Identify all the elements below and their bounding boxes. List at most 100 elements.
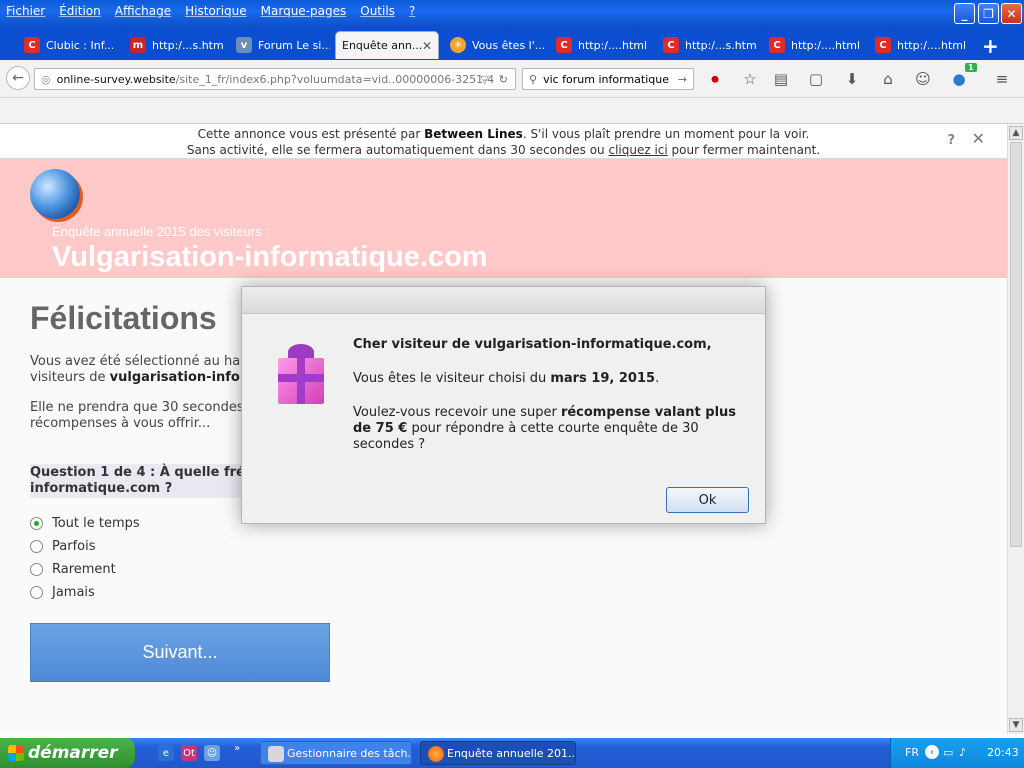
bookmark-star-icon[interactable]: ☆ (741, 70, 759, 88)
page-info-icon[interactable]: ◎ (41, 73, 51, 86)
ad-close-link[interactable]: cliquez ici (608, 143, 667, 157)
reload-icon[interactable]: ↻ (499, 73, 508, 86)
tab-label: Vous êtes l'... (472, 38, 544, 52)
scroll-up-icon[interactable]: ▲ (1009, 126, 1023, 140)
taskbar-label: Gestionnaire des tâch... (287, 746, 412, 760)
menu-outils[interactable]: Outils (360, 4, 395, 18)
restore-button[interactable]: ❐ (978, 3, 999, 24)
sun-icon: ☀ (450, 37, 466, 53)
taskbar-firefox[interactable]: Enquête annuelle 201... (420, 741, 576, 765)
tab-vous-etes[interactable]: ☀ Vous êtes l'... (444, 31, 544, 59)
duration-line: Elle ne prendra que 30 secondes (30, 400, 244, 415)
next-button[interactable]: Suivant... (30, 623, 330, 682)
radio-icon[interactable] (30, 586, 43, 599)
system-tray: FR ‹ ▭ ♪ 20:43 (890, 738, 1024, 768)
url-dropdown-icon[interactable]: ▽ (481, 73, 489, 86)
network-icon[interactable]: ▭ (943, 746, 953, 759)
ok-button[interactable]: Ok (666, 487, 749, 513)
menu-edition[interactable]: Édition (59, 4, 101, 18)
menu-fichier[interactable]: Fichier (6, 4, 45, 18)
taskbar-task-manager[interactable]: Gestionnaire des tâch... (260, 741, 412, 765)
search-go-icon[interactable]: → (678, 73, 687, 86)
menu-affichage[interactable]: Affichage (115, 4, 171, 18)
messenger-icon[interactable]: ☺ (204, 745, 220, 761)
dialog-text: Voulez-vous recevoir une super (353, 405, 561, 420)
option-rarement[interactable]: Rarement (30, 562, 116, 577)
search-icon: ⚲ (529, 72, 538, 86)
menu-help[interactable]: ? (409, 4, 415, 18)
chat-icon[interactable]: ☺ (914, 70, 932, 88)
download-icon[interactable]: ⬇ (843, 70, 861, 88)
volume-icon[interactable]: ♪ (959, 746, 966, 759)
ad-brand: Between Lines (424, 127, 523, 141)
hamburger-menu-icon[interactable]: ≡ (993, 70, 1011, 88)
start-button[interactable]: démarrer (0, 738, 135, 768)
start-label: démarrer (28, 743, 118, 763)
windows-flag-icon (8, 745, 24, 761)
option-parfois[interactable]: Parfois (30, 539, 95, 554)
tab-enquete-active[interactable]: Enquête ann... ✕ (335, 31, 439, 59)
ie-icon[interactable]: e (158, 745, 174, 761)
menu-historique[interactable]: Historique (185, 4, 247, 18)
extension-badge: 1 (965, 63, 977, 72)
radio-selected-icon[interactable] (30, 517, 43, 530)
option-label: Jamais (52, 585, 95, 600)
hero-banner: Enquête annuelle 2015 des visiteurs : Vu… (0, 159, 1007, 278)
taskbar-label: Enquête annuelle 201... (447, 746, 576, 760)
tab-http-5[interactable]: Chttp:/....html (869, 31, 969, 59)
page-heading: Félicitations (30, 300, 217, 336)
ad-text: Sans activité, elle se fermera automatiq… (186, 143, 609, 157)
outlook-icon[interactable]: Ot (181, 745, 197, 761)
tray-expand-icon[interactable]: ‹ (925, 745, 939, 759)
radio-icon[interactable] (30, 563, 43, 576)
new-tab-plus-icon[interactable]: + (982, 34, 999, 58)
url-bar[interactable]: ◎ online-survey.website/site_1_fr/index6… (34, 68, 516, 90)
tab-label: http:/...s.html (152, 38, 224, 52)
vertical-scrollbar[interactable]: ▲ ▼ (1007, 124, 1024, 734)
ad-help-icon[interactable]: ? (947, 133, 955, 149)
task-manager-icon (268, 746, 284, 762)
scroll-down-icon[interactable]: ▼ (1009, 718, 1023, 732)
sidebar-icon[interactable]: ▢ (807, 70, 825, 88)
duration-paragraph: Elle ne prendra que 30 secondes récompen… (30, 400, 250, 432)
url-path: /site_1_fr/index6.php?voluumdata=vid..00… (175, 72, 495, 86)
ad-close-icon[interactable]: ✕ (972, 131, 985, 147)
tab-close-icon[interactable]: ✕ (422, 39, 432, 53)
tab-forum[interactable]: v Forum Le si... (230, 31, 330, 59)
tab-http-4[interactable]: Chttp:/....html (763, 31, 863, 59)
forum-icon: v (236, 37, 252, 53)
reading-list-icon[interactable]: ▤ (772, 70, 790, 88)
menu-marque-pages[interactable]: Marque-pages (261, 4, 347, 18)
tab-label: Forum Le si... (258, 38, 330, 52)
clock[interactable]: 20:43 (987, 746, 1019, 759)
home-icon[interactable]: ⌂ (879, 70, 897, 88)
firefox-icon (428, 746, 444, 762)
dialog-header (242, 287, 765, 314)
radio-icon[interactable] (30, 540, 43, 553)
clubic-icon: C (663, 37, 679, 53)
window-titlebar: Fichier Édition Affichage Historique Mar… (0, 0, 1024, 28)
option-label: Tout le temps (52, 516, 140, 531)
hero-title: Vulgarisation-informatique.com (52, 241, 488, 273)
search-bar[interactable]: ⚲ vic forum informatique → (522, 68, 694, 90)
intro-text: visiteurs de (30, 370, 110, 385)
back-arrow-icon[interactable]: ← (6, 66, 30, 90)
minimize-button[interactable]: _ (954, 3, 975, 24)
dialog-text: . (655, 371, 660, 386)
extension-icon[interactable]: ● (950, 70, 968, 88)
close-window-button[interactable]: ✕ (1001, 3, 1022, 24)
language-indicator[interactable]: FR (905, 746, 919, 759)
scroll-thumb[interactable] (1010, 142, 1022, 547)
tab-clubic[interactable]: C Clubic : Inf... (18, 31, 118, 59)
hero-subtitle: Enquête annuelle 2015 des visiteurs : (52, 224, 269, 239)
record-icon[interactable]: ⏺ (706, 70, 724, 88)
tab-label: http:/....html (897, 38, 967, 52)
tab-label: Clubic : Inf... (46, 38, 115, 52)
reward-dialog: Cher visiteur de vulgarisation-informati… (241, 286, 766, 524)
tab-http-2[interactable]: Chttp:/....html (550, 31, 650, 59)
tab-http-1[interactable]: m http:/...s.html (124, 31, 224, 59)
option-jamais[interactable]: Jamais (30, 585, 95, 600)
tab-http-3[interactable]: Chttp:/...s.html (657, 31, 757, 59)
option-tout-le-temps[interactable]: Tout le temps (30, 516, 140, 531)
more-quicklaunch-icon[interactable]: » (229, 740, 245, 756)
